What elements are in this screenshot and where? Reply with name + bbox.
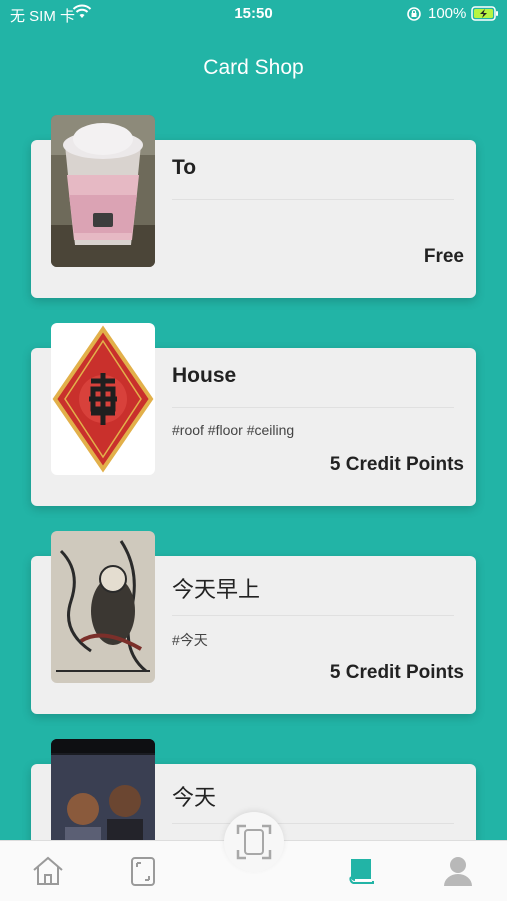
card-thumbnail [51, 739, 155, 840]
card-price: Free [423, 246, 464, 267]
cards-icon [131, 857, 155, 886]
card-title: 今天早上 [172, 577, 261, 602]
tab-profile[interactable] [440, 853, 476, 889]
card-divider [172, 615, 454, 616]
battery-charging-icon [471, 6, 499, 25]
scan-button[interactable] [224, 812, 284, 872]
card-thumbnail [51, 323, 155, 475]
tab-cards[interactable] [125, 853, 161, 889]
scan-icon [236, 824, 272, 860]
card-divider [172, 823, 454, 824]
card-tags: #roof #floor #ceiling [172, 422, 295, 438]
card-thumbnail [51, 531, 155, 683]
card-divider [172, 199, 454, 200]
rotation-lock-icon [406, 6, 422, 26]
battery-percent: 100% [428, 5, 467, 22]
status-bar: 无 SIM 卡 15:50 100% [0, 0, 507, 28]
book-icon [349, 859, 374, 885]
card-tags: #今天 [172, 632, 208, 648]
card-item[interactable]: House #roof #floor #ceiling 5 Credit Poi… [31, 323, 476, 506]
profile-icon [444, 857, 472, 886]
card-list[interactable]: To Free House #roof #floor #ceiling 5 Cr… [0, 100, 507, 840]
page-title: Card Shop [203, 56, 304, 79]
card-divider [172, 407, 454, 408]
card-title: To [172, 156, 197, 179]
card-title: 今天 [172, 785, 217, 810]
card-price: 5 Credit Points [329, 662, 464, 683]
card-price: 5 Credit Points [329, 454, 464, 475]
tab-home[interactable] [30, 853, 66, 889]
card-item[interactable]: 今天早上 #今天 5 Credit Points [31, 531, 476, 714]
card-item[interactable]: To Free [31, 115, 476, 298]
card-title: House [172, 364, 237, 387]
card-thumbnail [51, 115, 155, 267]
tab-book[interactable] [344, 853, 380, 889]
home-icon [33, 856, 63, 885]
